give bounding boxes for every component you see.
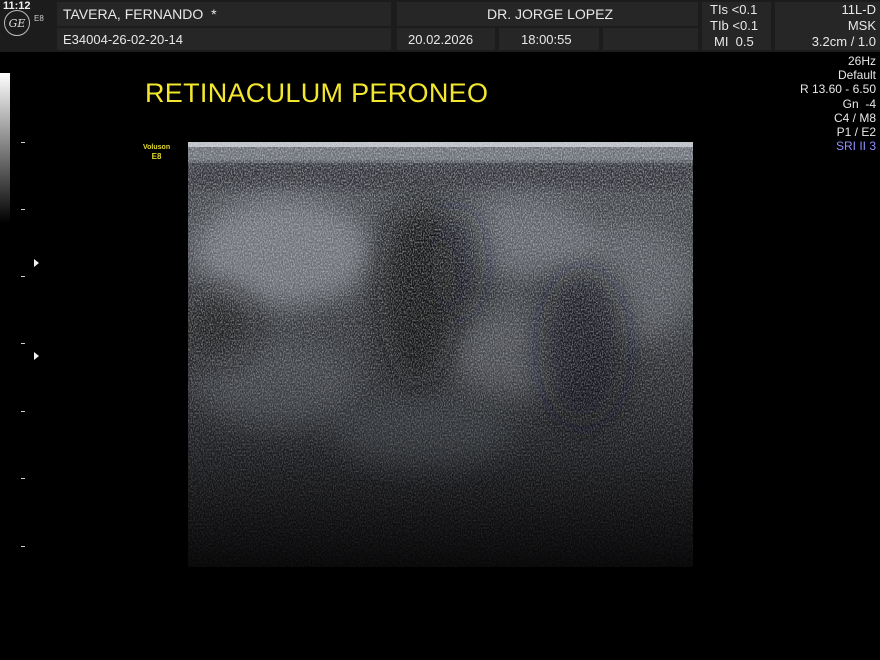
gain-value: Gn -4 [842,96,876,111]
map-preset: Default [837,68,876,83]
ultrasound-texture [188,142,693,567]
compound-value: C4 / M8 [833,110,876,125]
depth-tick [21,478,25,479]
power-value: P1 / E2 [836,125,876,140]
settings-panel: 26Hz Default R 13.60 - 6.50 Gn -4 C4 / M… [800,54,876,153]
probe-name: 11L-D [841,2,876,17]
tib-value: TIb <0.1 [710,18,759,33]
header-bar: 11:12 GE E8 TAVERA, FERNANDO * E34004-26… [0,0,880,52]
focus-marker-icon [34,259,39,267]
ge-logo-icon: GE [4,10,30,36]
patient-id: E34004-26-02-20-14 [63,32,183,47]
greyscale-bar [0,73,10,223]
exam-date: 20.02.2026 [408,32,474,47]
depth-tick [21,209,25,210]
sri-value: SRI II 3 [835,139,876,154]
frame-rate: 26Hz [847,54,876,68]
ultrasound-image [188,142,693,567]
depth-tick [21,142,25,143]
frequency-range: R 13.60 - 6.50 [799,82,876,97]
focus-marker-icon [34,352,39,360]
depth-tick [21,343,25,344]
patient-name: TAVERA, FERNANDO * [63,6,217,22]
depth-tick [21,411,25,412]
exam-time: 18:00:55 [521,32,572,47]
blank-cell [603,28,698,50]
depth-tick [21,546,25,547]
tis-value: TIs <0.1 [710,2,758,17]
preset-name: MSK [847,18,876,33]
depth-value: 3.2cm / 1.0 [811,34,876,49]
depth-tick [21,276,25,277]
patient-flag: * [211,6,217,22]
image-title: RETINACULUM PERONEO [145,78,489,108]
device-tag: E8 [34,14,44,23]
physician-name: DR. JORGE LOPEZ [487,6,614,22]
mi-value: MI 0.5 [714,34,754,49]
brand-tag: Voluson E8 [143,144,171,161]
